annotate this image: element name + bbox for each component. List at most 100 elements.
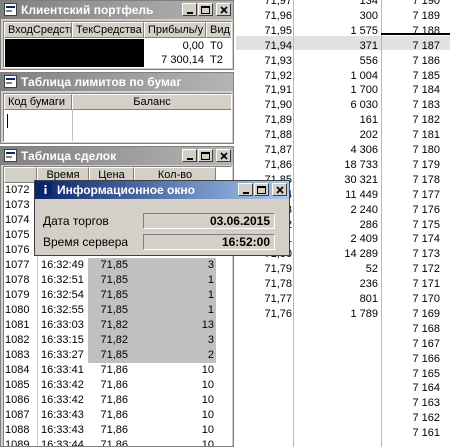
minimize-icon [186, 11, 193, 14]
limits-window[interactable]: Таблица лимитов по бумаг Код бумаги Бала… [0, 72, 234, 144]
minimize-button[interactable] [182, 3, 197, 16]
order-book-ask: 7 171 [412, 278, 440, 291]
maximize-button[interactable] [254, 183, 269, 196]
trade-date-value: 03.06.2015 [209, 214, 270, 228]
order-book-price: 71,91 [264, 84, 292, 97]
order-book-price: 71,77 [264, 293, 292, 305]
deals-row-time: 16:32:54 [41, 289, 84, 301]
order-book-ask: 7 175 [412, 218, 440, 231]
info-titlebar[interactable]: Информационное окно [35, 181, 289, 199]
order-book-ask: 7 178 [412, 173, 440, 186]
limits-table: Код бумаги Баланс [3, 93, 232, 142]
deals-row-number: 1082 [5, 334, 30, 346]
portfolio-col-kind[interactable]: Вид [206, 22, 231, 38]
order-book-volume: 6 030 [350, 99, 378, 112]
order-book-volume: 52 [365, 263, 378, 276]
deals-table-row[interactable]: 1084 16:33:41 71,86 10 [4, 363, 231, 378]
deals-table-row[interactable]: 1089 16:33:44 71,86 10 [4, 438, 231, 447]
deals-titlebar[interactable]: Таблица сделок [1, 147, 233, 165]
order-book-ask: 7 172 [412, 263, 440, 276]
deals-table-row[interactable]: 1085 16:33:42 71,86 10 [4, 378, 231, 393]
order-book-ask: 7 180 [412, 144, 440, 156]
deals-row-price: 71,86 [100, 409, 128, 421]
portfolio-titlebar[interactable]: Клиентский портфель [1, 1, 233, 19]
limits-window-icon [4, 75, 17, 88]
order-book-volume: 1 004 [350, 69, 378, 82]
order-book-volume: 1 700 [350, 84, 378, 97]
deals-row-qty: 1 [207, 289, 214, 301]
deals-table-row[interactable]: 1078 16:32:51 71,85 1 [4, 273, 231, 288]
deals-row-divider [37, 423, 38, 438]
deals-row-number: 1077 [5, 259, 30, 271]
order-book-ask: 7 166 [412, 352, 440, 365]
maximize-button[interactable] [198, 149, 213, 162]
minimize-button[interactable] [182, 149, 197, 162]
deals-row-number: 1085 [5, 379, 30, 391]
deals-table-row[interactable]: 1088 16:33:43 71,86 10 [4, 423, 231, 438]
deals-col-rownum[interactable] [4, 167, 37, 183]
order-book-price: 71,90 [264, 99, 292, 112]
deals-row-time: 16:32:49 [41, 259, 84, 271]
deals-row-qty: 13 [201, 319, 214, 331]
limits-col-code[interactable]: Код бумаги [4, 94, 72, 110]
deals-row-price: 71,86 [100, 379, 128, 391]
order-book-price: 71,87 [264, 144, 292, 156]
portfolio-table: ВходСредств ТекСредства Прибыль/у Вид 0,… [3, 21, 232, 68]
order-book-volume: 1 789 [350, 307, 378, 320]
portfolio-window[interactable]: Клиентский портфель ВходСредств ТекСредс… [0, 0, 234, 70]
order-book-volume: 371 [359, 39, 378, 52]
deals-row-number: 1083 [5, 349, 30, 361]
minimize-button[interactable] [238, 183, 253, 196]
order-book-price: 71,92 [264, 69, 292, 82]
order-book-price: 71,93 [264, 54, 292, 67]
order-book-price: 71,89 [264, 114, 292, 127]
server-time-value: 16:52:00 [221, 235, 270, 249]
order-book-volume: 556 [359, 54, 378, 67]
portfolio-col-profit[interactable]: Прибыль/у [144, 22, 206, 38]
deals-table-row[interactable]: 1087 16:33:43 71,86 10 [4, 408, 231, 423]
order-book-price: 71,95 [264, 24, 292, 37]
order-book-volume: 286 [359, 218, 378, 231]
deals-row-qty: 1 [207, 304, 214, 316]
close-button[interactable] [216, 149, 231, 162]
limits-col-balance[interactable]: Баланс [72, 94, 231, 110]
close-button[interactable] [216, 3, 231, 16]
order-book-price: 71,96 [264, 9, 292, 22]
deals-row-divider [37, 363, 38, 378]
deals-row-number: 1079 [5, 289, 30, 301]
deals-table-row[interactable]: 1081 16:33:03 71,82 13 [4, 318, 231, 333]
portfolio-hidden-funds-cell [5, 39, 144, 67]
deals-row-qty: 3 [207, 334, 214, 346]
deals-window-icon [4, 149, 17, 162]
order-book-ask: 7 186 [412, 54, 440, 67]
info-window[interactable]: Информационное окно Дата торгов 03.06.20… [34, 180, 290, 256]
deals-row-divider [37, 303, 38, 318]
deals-row-qty: 10 [201, 364, 214, 376]
deals-table-row[interactable]: 1086 16:33:42 71,86 10 [4, 393, 231, 408]
server-time-label: Время сервера [43, 235, 129, 249]
order-book-volume: 134 [359, 0, 378, 7]
order-book-ask: 7 190 [412, 0, 440, 7]
deals-table-row[interactable]: 1080 16:32:55 71,85 1 [4, 303, 231, 318]
order-book-ask: 7 162 [412, 412, 440, 425]
deals-row-price: 71,82 [100, 319, 128, 331]
portfolio-col-current[interactable]: ТекСредства [72, 22, 144, 38]
maximize-button[interactable] [198, 3, 213, 16]
deals-row-divider [37, 333, 38, 348]
portfolio-window-icon [4, 3, 17, 16]
deals-row-number: 1084 [5, 364, 30, 376]
deals-row-price: 71,85 [100, 259, 128, 271]
deals-table-row[interactable]: 1082 16:33:15 71,82 3 [4, 333, 231, 348]
order-book-volume: 300 [359, 9, 378, 22]
limits-titlebar[interactable]: Таблица лимитов по бумаг [1, 73, 233, 91]
deals-table-row[interactable]: 1083 16:33:27 71,85 2 [4, 348, 231, 363]
deals-table-row[interactable]: 1077 16:32:49 71,85 3 [4, 258, 231, 273]
close-button[interactable] [272, 183, 287, 196]
server-time-field: 16:52:00 [143, 234, 275, 250]
deals-row-price: 71,86 [100, 439, 128, 447]
deals-row-price: 71,86 [100, 364, 128, 376]
portfolio-col-in[interactable]: ВходСредств [4, 22, 72, 38]
deals-row-time: 16:32:55 [41, 304, 84, 316]
deals-row-price: 71,86 [100, 424, 128, 436]
deals-table-row[interactable]: 1079 16:32:54 71,85 1 [4, 288, 231, 303]
